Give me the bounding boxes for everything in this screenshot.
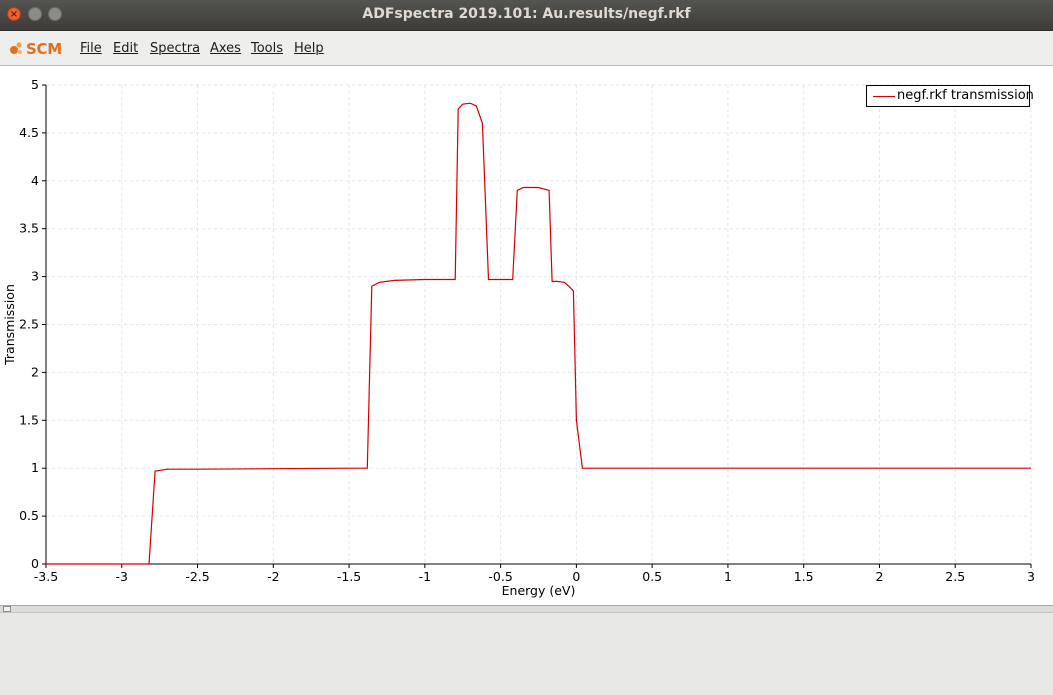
x-tick-label-8: 0.5 <box>642 569 662 584</box>
x-tick-label-3: -2 <box>267 569 279 584</box>
x-axis-label: Energy (eV) <box>502 583 576 598</box>
y-tick-label-0: 0 <box>31 556 39 571</box>
grid-lines <box>45 84 1032 565</box>
splitter-handle[interactable] <box>3 606 11 612</box>
x-tick-label-11: 2 <box>875 569 883 584</box>
y-tick-label-6: 3 <box>31 269 39 284</box>
menu-tools[interactable]: Tools <box>251 41 283 56</box>
series-line-transmission <box>46 102 1031 565</box>
spectrum-plot[interactable]: -3.5 -3 -2.5 -2 -1.5 -1 -0.5 0 0.5 1 1.5 2 2.5 3 0 0.5… <box>0 66 1053 606</box>
menu-axes[interactable]: Axes <box>210 41 241 56</box>
y-axis-ticks: 0 0.5 1 1.5 2 2.5 3 3.5 4 4.5 5 <box>19 77 46 571</box>
x-tick-label-13: 3 <box>1027 569 1035 584</box>
x-tick-label-10: 1.5 <box>794 569 814 584</box>
chart-legend[interactable]: negf.rkf transmission <box>866 85 1034 107</box>
scm-logo-icon <box>10 42 22 54</box>
y-tick-label-9: 4.5 <box>19 125 39 140</box>
x-tick-label-7: 0 <box>572 569 580 584</box>
y-tick-label-2: 1 <box>31 460 39 475</box>
y-tick-label-1: 0.5 <box>19 508 39 523</box>
y-axis-label: Transmission <box>2 284 17 366</box>
x-tick-label-5: -1 <box>419 569 431 584</box>
menu-help[interactable]: Help <box>294 41 324 56</box>
menubar: SCM File Edit Spectra Axes Tools Help <box>0 31 1053 66</box>
x-tick-label-6: -0.5 <box>488 569 512 584</box>
menu-spectra[interactable]: Spectra <box>150 41 200 56</box>
bottom-panel <box>0 613 1053 695</box>
menu-file[interactable]: File <box>80 41 102 56</box>
x-tick-label-0: -3.5 <box>34 569 58 584</box>
panel-splitter[interactable] <box>0 605 1053 613</box>
x-tick-label-4: -1.5 <box>337 569 361 584</box>
y-tick-label-4: 2 <box>31 364 39 379</box>
x-tick-label-12: 2.5 <box>945 569 965 584</box>
x-tick-label-1: -3 <box>116 569 128 584</box>
y-tick-label-10: 5 <box>31 77 39 92</box>
y-tick-label-5: 2.5 <box>19 317 39 332</box>
x-axis-ticks: -3.5 -3 -2.5 -2 -1.5 -1 -0.5 0 0.5 1 1.5 2 2.5 3 <box>34 564 1035 584</box>
legend-label: negf.rkf transmission <box>897 88 1034 103</box>
transmission-chart[interactable]: -3.5 -3 -2.5 -2 -1.5 -1 -0.5 0 0.5 1 1.5 2 2.5 3 0 0.5… <box>0 66 1053 606</box>
window-title: ADFspectra 2019.101: Au.results/negf.rkf <box>362 6 691 22</box>
menu-edit[interactable]: Edit <box>113 41 138 56</box>
window-titlebar: × ADFspectra 2019.101: Au.results/negf.r… <box>0 0 1053 31</box>
scm-logo-text: SCM <box>26 40 62 58</box>
y-tick-label-7: 3.5 <box>19 221 39 236</box>
legend-swatch <box>873 96 895 97</box>
x-tick-label-9: 1 <box>724 569 732 584</box>
x-tick-label-2: -2.5 <box>185 569 209 584</box>
y-tick-label-8: 4 <box>31 173 39 188</box>
y-tick-label-3: 1.5 <box>19 412 39 427</box>
